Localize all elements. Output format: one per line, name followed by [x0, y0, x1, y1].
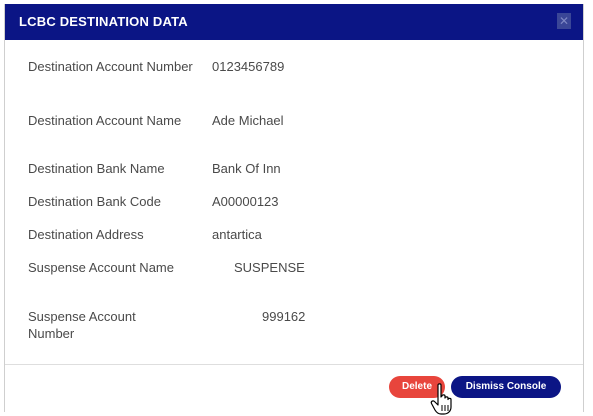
detail-label: Destination Account Number	[28, 59, 193, 74]
modal-header: LCBC DESTINATION DATA ✕	[5, 4, 583, 40]
detail-label: Suspense Account Name	[28, 260, 174, 275]
detail-value: A00000123	[212, 194, 279, 209]
detail-value: SUSPENSE	[234, 260, 305, 275]
close-icon[interactable]: ✕	[557, 13, 571, 29]
dismiss-console-button[interactable]: Dismiss Console	[451, 376, 561, 398]
detail-value: antartica	[212, 227, 262, 242]
detail-label: Destination Account Name	[28, 113, 182, 128]
modal-title: LCBC DESTINATION DATA	[19, 14, 188, 29]
detail-value: 999162	[262, 309, 306, 324]
detail-label: Destination Bank Name	[28, 161, 165, 176]
destination-data-modal: LCBC DESTINATION DATA ✕ Destination Acco…	[4, 4, 584, 412]
detail-label: Destination Address	[28, 227, 144, 242]
footer-divider	[5, 364, 583, 365]
hand-pointer-icon	[430, 383, 452, 415]
detail-value: Bank Of Inn	[212, 161, 281, 176]
detail-value: Ade Michael	[212, 113, 284, 128]
detail-label: Suspense Account Number	[28, 309, 136, 341]
detail-label: Destination Bank Code	[28, 194, 161, 209]
detail-value: 0123456789	[212, 59, 285, 74]
